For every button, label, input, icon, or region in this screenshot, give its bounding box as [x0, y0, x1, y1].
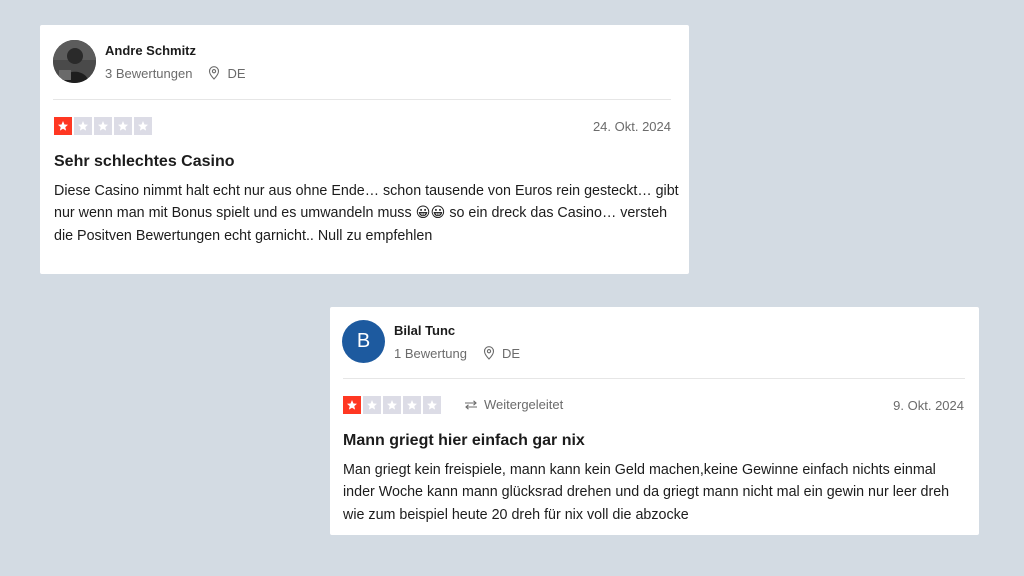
reviewer-header: B Bilal Tunc 1 Bewertung DE — [342, 320, 520, 363]
reviewer-header: Andre Schmitz 3 Bewertungen DE — [53, 40, 246, 83]
forward-arrow-icon — [465, 399, 477, 410]
review-card: B Bilal Tunc 1 Bewertung DE Weitergeleit… — [330, 307, 979, 535]
forwarded-text: Weitergeleitet — [484, 397, 564, 412]
review-count: 3 Bewertungen — [105, 65, 193, 81]
review-count: 1 Bewertung — [394, 345, 467, 361]
review-title[interactable]: Mann griegt hier einfach gar nix — [343, 432, 585, 450]
star-icon — [114, 117, 132, 135]
divider — [343, 378, 965, 379]
star-icon — [94, 117, 112, 135]
star-icon — [74, 117, 92, 135]
star-rating — [343, 396, 441, 414]
star-rating — [54, 117, 152, 135]
location-pin-icon — [483, 346, 495, 360]
user-photo-avatar[interactable] — [53, 40, 96, 83]
user-initial-avatar[interactable]: B — [342, 320, 385, 363]
star-icon — [423, 396, 441, 414]
reviewer-name[interactable]: Andre Schmitz — [105, 43, 246, 59]
forwarded-label: Weitergeleitet — [464, 397, 563, 412]
review-date: 24. Okt. 2024 — [592, 119, 671, 134]
star-icon — [343, 396, 361, 414]
review-body: Diese Casino nimmt halt echt nur aus ohn… — [54, 183, 679, 244]
location-pin-icon — [208, 66, 220, 80]
star-icon — [383, 396, 401, 414]
star-icon — [363, 396, 381, 414]
review-card: Andre Schmitz 3 Bewertungen DE 24. Okt. … — [40, 25, 689, 274]
reviewer-country: DE — [502, 345, 521, 361]
star-icon — [54, 117, 72, 135]
reviewer-name[interactable]: Bilal Tunc — [394, 323, 520, 339]
divider — [53, 99, 671, 100]
review-date: 9. Okt. 2024 — [893, 398, 964, 413]
review-body: Man griegt kein freispiele, mann kann ke… — [343, 462, 950, 523]
star-icon — [134, 117, 152, 135]
reviewer-country: DE — [227, 65, 246, 81]
star-icon — [403, 396, 421, 414]
review-title[interactable]: Sehr schlechtes Casino — [54, 153, 235, 171]
